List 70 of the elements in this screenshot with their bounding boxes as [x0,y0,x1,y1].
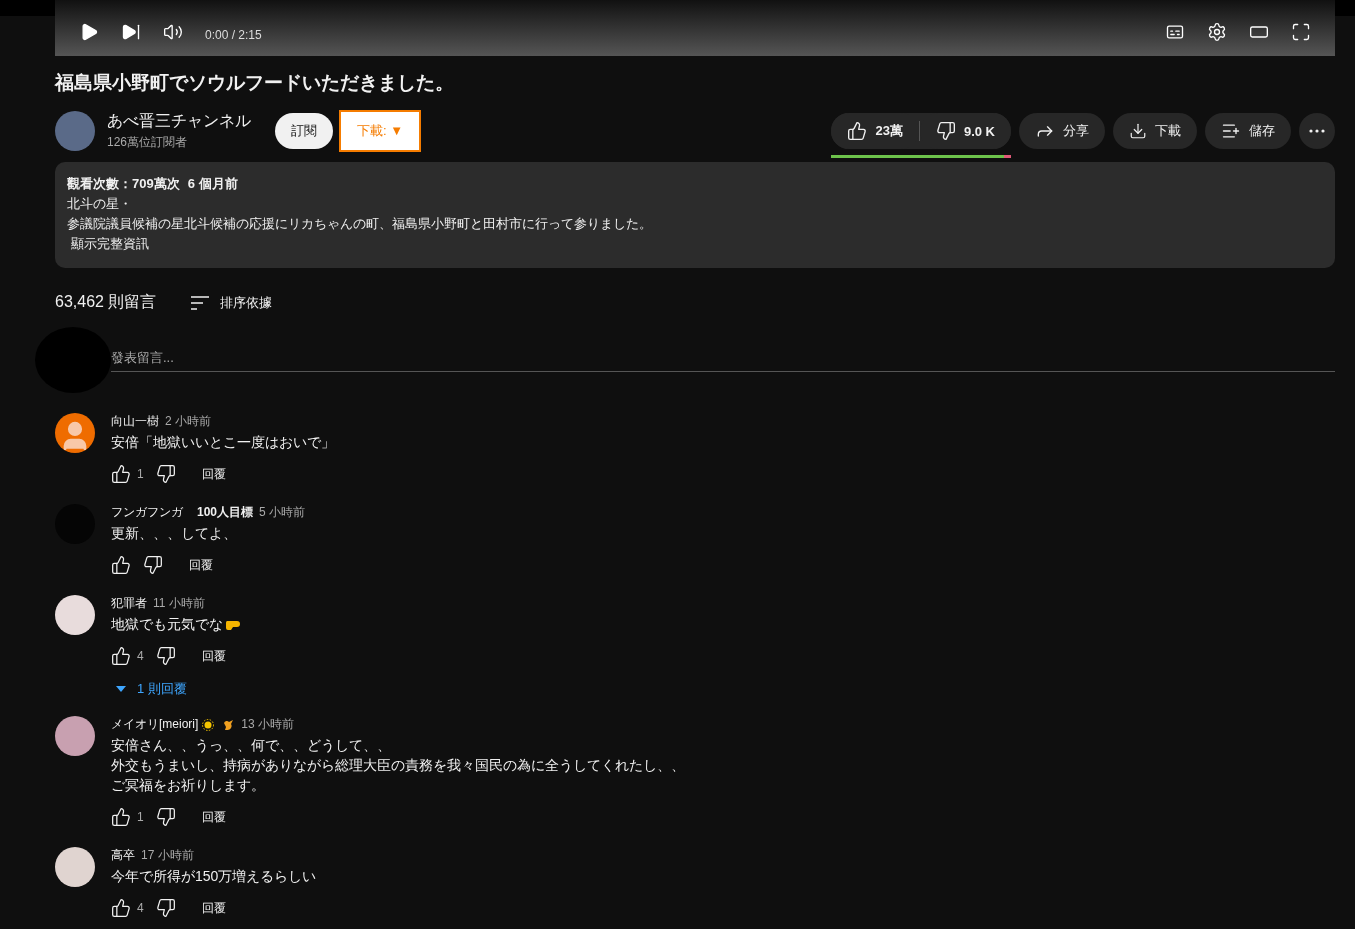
comment-time[interactable]: 17 小時前 [141,847,194,864]
comment-text: 安倍「地獄いいとこ一度はおいで」 [111,433,335,452]
reply-button[interactable]: 回覆 [189,556,213,574]
comment-author[interactable]: 向山一樹 [111,413,159,430]
channel-avatar[interactable] [55,111,95,151]
comment-time[interactable]: 5 小時前 [259,504,306,521]
comment-text: ご冥福をお祈りします。 [111,776,266,795]
comment-text: 地獄でも元気でな [111,614,241,634]
commenter-avatar[interactable] [55,716,95,756]
comment-author[interactable]: 高卒 [111,847,135,864]
more-button[interactable] [1299,113,1335,149]
dislike-button[interactable] [143,555,163,575]
reply-button[interactable]: 回覆 [201,647,226,665]
sort-button[interactable]: 排序依據 [190,293,273,312]
commenter-avatar[interactable] [55,413,95,453]
reply-button[interactable]: 回覆 [201,465,226,483]
view-stats: 觀看次數：709萬次 6 個月前 [67,175,239,193]
subscribe-button[interactable]: 訂閱 [275,113,333,149]
show-more-link[interactable]: 顯示完整資訊 [67,234,149,254]
caret-down-icon [115,685,127,693]
comment-time[interactable]: 2 小時前 [165,413,211,430]
download-button[interactable]: 下載 [1113,113,1197,149]
video-title: 福島県小野町でソウルフードいただきました。 [55,71,455,95]
commenter-avatar[interactable] [55,595,95,635]
share-button[interactable]: 分享 [1019,113,1105,149]
more-icon [1309,129,1325,133]
fullscreen-icon [1291,22,1311,42]
reply-button[interactable]: 回覆 [201,808,226,826]
like-count: 4 [137,901,144,915]
like-count: 1 [137,810,144,824]
comment-author[interactable]: 犯罪者 [111,595,147,612]
comment-text: 外交もうまいし、持病がありながら総理大臣の責務を我々国民の為に全うしてくれたし、、 [111,756,685,775]
commenter-avatar[interactable] [55,847,95,887]
comment-text: 今年で所得が150万増えるらしい [111,867,317,886]
dislike-button[interactable] [155,464,176,484]
comment-count: 63,462 則留言 [55,292,157,312]
view-replies-button[interactable]: 1 則回覆 [111,680,241,698]
sort-icon [190,294,211,311]
dislike-button[interactable] [155,807,176,827]
comment-time[interactable]: 11 小時前 [153,595,205,612]
download-icon [1129,122,1147,140]
like-button[interactable] [111,898,131,918]
like-button[interactable] [111,464,131,484]
reply-button[interactable]: 回覆 [201,899,226,917]
channel-name[interactable]: あべ晋三チャンネル [107,111,251,132]
description-text: 参議院議員候補の星北斗候補の応援にリカちゃんの町、福島県小野町と田村市に行って参りました。 [67,215,653,233]
comment-author[interactable]: フンガフンガ [111,504,183,521]
video-time: 0:00 / 2:15 [205,28,262,42]
volume-icon [163,22,183,42]
subscriber-count: 126萬位訂閱者 [107,134,189,151]
author-goal-text: 100人目標 [197,504,254,521]
comment-author[interactable]: メイオリ[meiori] [111,716,199,733]
thumbs-down-icon [935,121,956,141]
like-count: 4 [137,649,144,663]
settings-icon [1207,22,1227,42]
description-text: 北斗の星・ [67,195,133,213]
like-button[interactable] [111,646,131,666]
dislike-button[interactable] [155,898,176,918]
like-button[interactable] [111,807,131,827]
save-button[interactable]: 儲存 [1205,113,1291,149]
comment-text: 安倍さん、、うっ、、何で、、どうして、、 [111,736,392,755]
like-count: 1 [137,467,144,481]
dislike-button[interactable] [155,646,176,666]
comment-input[interactable]: 發表留言... [111,344,1335,372]
comment-text: 更新、、、してよ、 [111,524,238,543]
sun-icon [202,718,215,731]
thumbs-up-icon [847,121,868,141]
like-button[interactable] [111,555,131,575]
comment-time[interactable]: 13 小時前 [241,716,295,733]
next-icon [121,22,141,42]
